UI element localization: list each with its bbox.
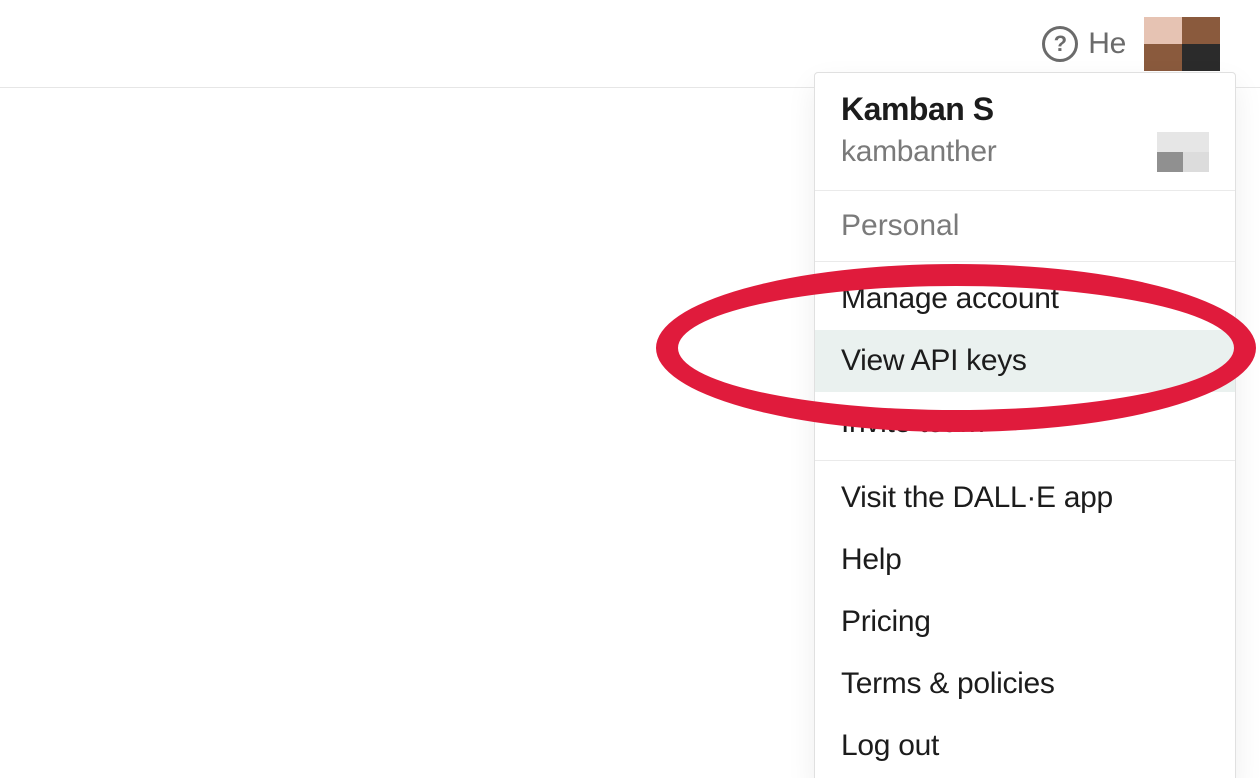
user-dropdown: Kamban S kambanther Personal Manage acco… (814, 72, 1236, 778)
account-display-name: Kamban S (841, 91, 1209, 128)
menu-item-logout[interactable]: Log out (815, 715, 1235, 777)
menu-item-dalle-app[interactable]: Visit the DALL·E app (815, 467, 1235, 529)
workspace-label: Personal (815, 191, 1235, 262)
menu-group-links: Visit the DALL·E app Help Pricing Terms … (815, 461, 1235, 778)
account-username: kambanther (841, 135, 996, 169)
help-label: He (1088, 27, 1126, 61)
account-avatar-small (1157, 132, 1209, 172)
menu-item-invite-team[interactable]: Invite team (815, 392, 1235, 454)
menu-item-manage-account[interactable]: Manage account (815, 268, 1235, 330)
menu-item-pricing[interactable]: Pricing (815, 591, 1235, 653)
account-header: Kamban S kambanther (815, 73, 1235, 191)
menu-item-help[interactable]: Help (815, 529, 1235, 591)
avatar[interactable] (1144, 17, 1220, 71)
menu-group-account: Manage account View API keys Invite team (815, 262, 1235, 461)
help-link[interactable]: ? He (1042, 26, 1126, 62)
menu-item-terms[interactable]: Terms & policies (815, 653, 1235, 715)
menu-item-view-api-keys[interactable]: View API keys (815, 330, 1235, 392)
help-icon: ? (1042, 26, 1078, 62)
